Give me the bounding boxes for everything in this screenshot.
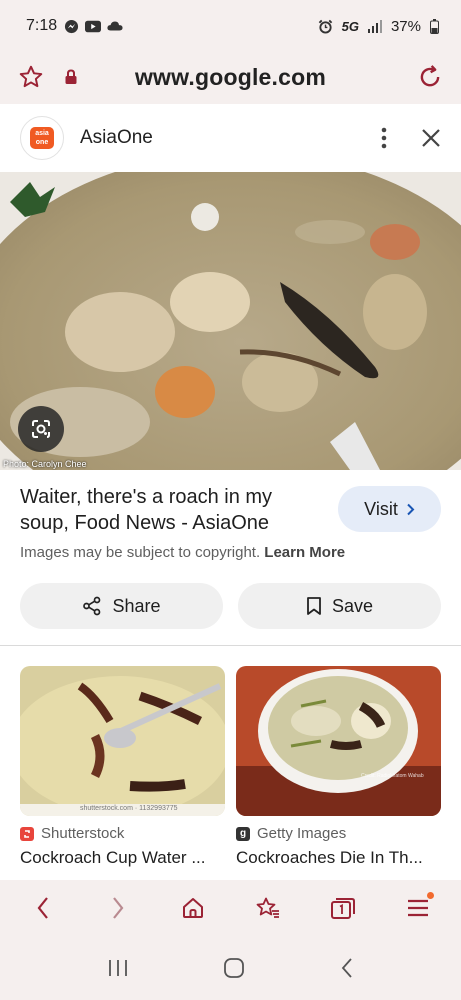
back-icon	[37, 897, 49, 919]
alarm-icon	[318, 18, 334, 34]
recent-apps-icon	[109, 960, 128, 976]
related-thumbnail-1	[20, 666, 225, 816]
share-label: Share	[112, 595, 161, 616]
result-image[interactable]: Photo: Carolyn Chee	[0, 172, 461, 470]
source-actions	[381, 127, 441, 149]
thumbnail-watermark-2: Credit: Radiokhatom Wahab	[361, 773, 424, 779]
learn-more-link[interactable]: Learn More	[264, 544, 345, 561]
source-logo[interactable]: asia one	[20, 116, 64, 160]
browser-toolbar	[0, 880, 461, 936]
url-bar: www.google.com	[0, 52, 461, 102]
copyright-text: Images may be subject to copyright.	[20, 544, 261, 561]
menu-button[interactable]	[398, 888, 438, 928]
related-image-2[interactable]: Credit: Radiokhatom Wahab	[236, 666, 441, 816]
related-thumbnail-2	[236, 666, 441, 816]
photo-credit: Photo: Carolyn Chee	[3, 459, 87, 469]
related-image-1[interactable]: shutterstock.com · 1132993775	[20, 666, 225, 816]
chevron-right-icon	[407, 503, 415, 515]
network-type: 5G	[341, 18, 359, 34]
bookmark-icon	[307, 597, 321, 615]
google-lens-button[interactable]	[18, 406, 64, 452]
battery-icon	[429, 18, 439, 34]
home-nav-button[interactable]	[223, 957, 245, 979]
forward-icon	[113, 897, 124, 919]
thumbnail-watermark-1: shutterstock.com · 1132993775	[80, 805, 178, 812]
cloud-icon	[107, 18, 123, 34]
forward-button[interactable]	[98, 888, 138, 928]
signal-icon	[367, 18, 383, 34]
home-button[interactable]	[173, 888, 213, 928]
related-source-2[interactable]: g Getty Images	[236, 825, 346, 842]
source-name[interactable]: AsiaOne	[80, 127, 153, 149]
home-icon	[183, 898, 204, 918]
related-title-1[interactable]: Cockroach Cup Water ...	[20, 848, 225, 868]
back-nav-button[interactable]	[340, 957, 354, 979]
status-right: 5G 37%	[318, 18, 439, 35]
related-source-label-1: Shutterstock	[41, 825, 125, 842]
status-bar: 7:18 5G 37%	[0, 0, 461, 52]
back-nav-icon	[341, 958, 352, 978]
tabs-button[interactable]	[323, 888, 363, 928]
share-button[interactable]: Share	[20, 583, 223, 629]
recent-apps-button[interactable]	[107, 958, 129, 978]
youtube-icon	[85, 18, 102, 34]
shutterstock-icon	[20, 826, 34, 841]
result-title[interactable]: Waiter, there's a roach in my soup, Food…	[20, 484, 315, 536]
battery-percent: 37%	[390, 17, 421, 35]
messenger-icon	[63, 18, 79, 34]
source-header: asia one AsiaOne	[0, 104, 461, 172]
share-icon	[83, 596, 101, 616]
star-icon[interactable]	[18, 64, 44, 90]
notification-dot	[426, 892, 434, 899]
save-label: Save	[331, 595, 374, 616]
menu-icon	[407, 899, 428, 917]
home-nav-icon	[224, 958, 245, 978]
more-options-icon[interactable]	[381, 127, 387, 149]
bookmarks-star-icon	[256, 897, 279, 918]
getty-images-icon: g	[236, 826, 250, 841]
system-navigation-bar	[0, 936, 461, 1000]
lens-icon	[32, 420, 50, 438]
visit-button[interactable]: Visit	[338, 486, 441, 532]
related-title-2[interactable]: Cockroaches Die In Th...	[236, 848, 441, 868]
tabs-icon	[330, 898, 355, 919]
bookmarks-button[interactable]	[248, 888, 288, 928]
asiaone-logo: asia one	[30, 127, 54, 149]
back-button[interactable]	[23, 888, 63, 928]
status-left: 7:18	[26, 17, 123, 35]
save-button[interactable]: Save	[238, 583, 441, 629]
visit-label: Visit	[364, 498, 398, 519]
related-source-1[interactable]: Shutterstock	[20, 825, 124, 842]
lock-icon[interactable]	[64, 69, 78, 85]
copyright-note: Images may be subject to copyright. Lear…	[20, 544, 345, 561]
related-source-label-2: Getty Images	[257, 825, 347, 842]
clock: 7:18	[26, 17, 58, 34]
close-icon[interactable]	[421, 128, 441, 148]
reload-icon[interactable]	[417, 64, 443, 90]
soup-photo	[0, 172, 461, 470]
image-result-card: asia one AsiaOne Photo: Carolyn Chee Wai…	[0, 104, 461, 880]
divider	[0, 645, 461, 646]
